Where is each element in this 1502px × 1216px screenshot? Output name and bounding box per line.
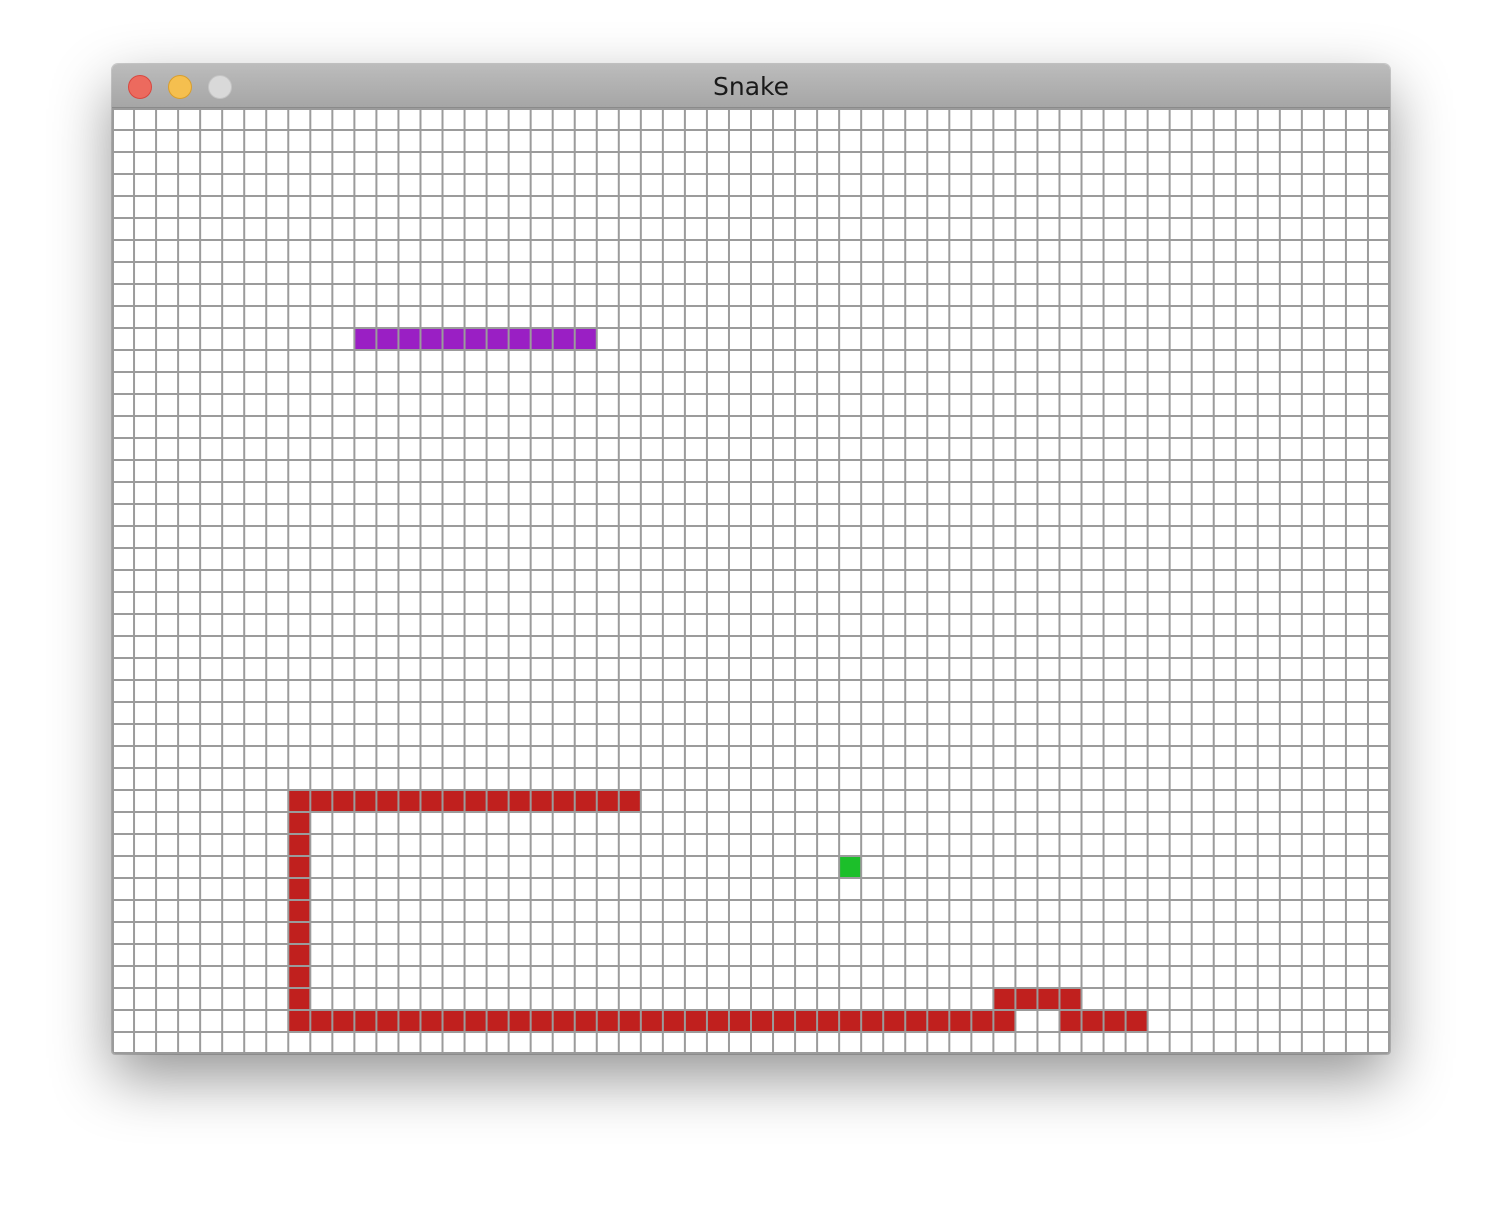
red-snake-segment <box>1037 988 1060 1010</box>
red-snake-segment <box>508 790 531 812</box>
red-snake-segment <box>839 1010 862 1032</box>
red-snake-segment <box>817 1010 840 1032</box>
red-snake-segment <box>354 1010 377 1032</box>
red-snake-segment <box>464 790 487 812</box>
red-snake-segment <box>728 1010 751 1032</box>
red-snake-segment <box>288 988 311 1010</box>
red-snake-segment <box>288 900 311 922</box>
red-snake-segment <box>486 790 509 812</box>
red-snake-segment <box>288 834 311 856</box>
red-snake-segment <box>376 1010 399 1032</box>
red-snake-segment <box>310 790 333 812</box>
red-snake-segment <box>795 1010 818 1032</box>
window-title: Snake <box>712 72 789 101</box>
game-grid <box>112 108 1390 1054</box>
red-snake-segment <box>1081 1010 1104 1032</box>
red-snake-segment <box>464 1010 487 1032</box>
red-snake-segment <box>288 812 311 834</box>
red-snake-segment <box>1059 988 1082 1010</box>
red-snake-segment <box>332 1010 355 1032</box>
red-snake-segment <box>288 790 311 812</box>
red-snake-segment <box>993 1010 1016 1032</box>
red-snake-segment <box>927 1010 950 1032</box>
red-snake-segment <box>905 1010 928 1032</box>
red-snake-segment <box>442 790 465 812</box>
purple-snake <box>354 328 597 350</box>
red-snake-segment <box>574 790 597 812</box>
red-snake-segment <box>662 1010 685 1032</box>
red-snake-segment <box>354 790 377 812</box>
food-pellet-segment <box>839 856 862 878</box>
purple-snake-segment <box>530 328 553 350</box>
red-snake-segment <box>376 790 399 812</box>
red-snake-segment <box>574 1010 597 1032</box>
food-pellet <box>839 856 862 878</box>
game-board[interactable] <box>112 108 1390 1054</box>
red-snake-segment <box>486 1010 509 1032</box>
red-snake-segment <box>1125 1010 1148 1032</box>
red-snake-segment <box>640 1010 663 1032</box>
red-snake-segment <box>596 1010 619 1032</box>
purple-snake-segment <box>420 328 443 350</box>
red-snake-segment <box>288 966 311 988</box>
red-snake-segment <box>530 1010 553 1032</box>
purple-snake-segment <box>354 328 377 350</box>
red-snake-segment <box>420 790 443 812</box>
red-snake-segment <box>442 1010 465 1032</box>
snake-window: Snake <box>112 64 1390 1054</box>
red-snake-segment <box>1103 1010 1126 1032</box>
purple-snake-segment <box>442 328 465 350</box>
purple-snake-segment <box>552 328 575 350</box>
purple-snake-segment <box>376 328 399 350</box>
red-snake-segment <box>530 790 553 812</box>
red-snake-segment <box>288 944 311 966</box>
red-snake-segment <box>618 1010 641 1032</box>
purple-snake-segment <box>508 328 531 350</box>
red-snake-segment <box>552 1010 575 1032</box>
red-snake-segment <box>398 1010 421 1032</box>
red-snake-segment <box>971 1010 994 1032</box>
red-snake-segment <box>288 922 311 944</box>
title-bar[interactable]: Snake <box>112 64 1390 108</box>
red-snake-segment <box>618 790 641 812</box>
red-snake-segment <box>552 790 575 812</box>
purple-snake-segment <box>574 328 597 350</box>
red-snake-segment <box>706 1010 729 1032</box>
red-snake-segment <box>861 1010 884 1032</box>
purple-snake-segment <box>398 328 421 350</box>
red-snake-segment <box>398 790 421 812</box>
red-snake-segment <box>420 1010 443 1032</box>
red-snake-segment <box>288 856 311 878</box>
red-snake-segment <box>684 1010 707 1032</box>
red-snake-segment <box>288 878 311 900</box>
red-snake-segment <box>773 1010 796 1032</box>
red-snake-segment <box>596 790 619 812</box>
purple-snake-segment <box>486 328 509 350</box>
purple-snake-segment <box>464 328 487 350</box>
red-snake-segment <box>288 1010 311 1032</box>
red-snake-segment <box>751 1010 774 1032</box>
red-snake-segment <box>310 1010 333 1032</box>
red-snake-segment <box>332 790 355 812</box>
red-snake-segment <box>508 1010 531 1032</box>
red-snake-segment <box>1015 988 1038 1010</box>
red-snake-segment <box>1059 1010 1082 1032</box>
red-snake-segment <box>949 1010 972 1032</box>
red-snake-segment <box>883 1010 906 1032</box>
red-snake-segment <box>993 988 1016 1010</box>
